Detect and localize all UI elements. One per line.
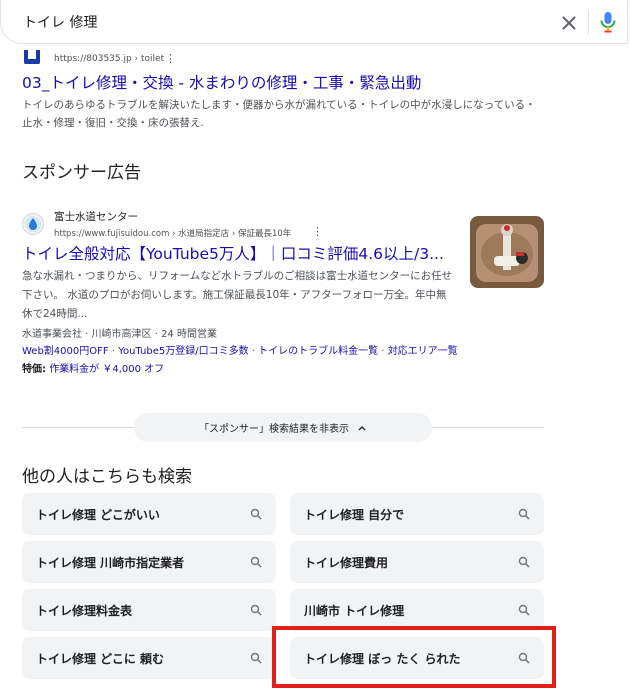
search-input[interactable]: トイレ 修理 [23,12,97,32]
related-search-label: トイレ修理費用 [304,555,389,570]
related-searches-heading: 他の人はこちらも検索 [22,467,192,487]
ad-thumbnail-image[interactable] [470,216,544,288]
ad-more-options-icon[interactable]: ⋮ [312,225,323,238]
highlight-box [272,626,556,688]
related-search-chip[interactable]: トイレ修理費用 [290,541,544,583]
related-search-chip[interactable]: トイレ修理 自分で [290,493,544,535]
search-icon [518,604,530,616]
search-bar-divider [588,10,589,34]
search-icon [250,604,262,616]
chevron-up-icon [358,425,366,430]
related-search-label: トイレ修理 どこがいい [36,507,160,522]
hide-sponsored-label: 「スポンサー」検索結果を非表示 [199,424,349,435]
site-favicon [23,50,41,64]
sitelink-discount[interactable]: Web割4000円OFF [22,346,109,357]
sitelink-area-list[interactable]: 対応エリア一覧 [388,346,458,357]
related-search-chip[interactable]: トイレ修理 川崎市指定業者 [22,541,276,583]
related-search-chip[interactable]: トイレ修理料金表 [22,589,276,631]
ad-snippet: 急な水漏れ・つまりから、リフォームなど水トラブルのご相談は富士水道センターにお任… [22,270,453,320]
result-url[interactable]: https://803535.jp › toilet [54,54,164,64]
related-search-chip[interactable]: トイレ修理 どこがいい [22,493,276,535]
related-search-label: トイレ修理料金表 [36,603,133,618]
search-icon [250,508,262,520]
related-search-chip[interactable]: 川崎市 トイレ修理 [290,589,544,631]
ad-url[interactable]: https://www.fujisuidou.com › 水道局指定店 › 保証… [54,227,291,239]
related-search-chip[interactable]: トイレ修理 どこに 頼む [22,637,276,679]
related-search-label: トイレ修理 どこに 頼む [36,651,164,666]
search-icon [250,556,262,568]
sitelink-youtube[interactable]: YouTube5万登録/口コミ多数 [118,346,248,357]
ad-site-name[interactable]: 富士水道センター [54,209,138,224]
ad-title-link[interactable]: トイレ全般対応【YouTube5万人】｜口コミ評価4.6以上/3... [22,242,444,264]
hide-sponsored-button[interactable]: 「スポンサー」検索結果を非表示 [134,413,432,442]
search-icon [518,556,530,568]
divider-right [432,427,544,428]
offer-label: 特価: [22,364,46,375]
ad-favicon-icon [22,213,44,235]
ad-address: 水道事業会社 · 川崎市高津区 · 24 時間営業 [22,329,217,340]
search-icon [250,652,262,664]
related-search-label: トイレ修理 川崎市指定業者 [36,555,185,570]
sitelink-price-list[interactable]: トイレのトラブル料金一覧 [258,346,378,357]
related-search-label: 川崎市 トイレ修理 [304,603,405,618]
related-search-label: トイレ修理 自分で [304,507,405,522]
microphone-icon[interactable] [599,11,617,33]
result-title-link[interactable]: 03_トイレ修理・交換 - 水まわりの修理・工事・緊急出動 [22,71,421,93]
search-icon [518,508,530,520]
divider-left [22,427,134,428]
ad-sitelinks: Web割4000円OFF · YouTube5万登録/口コミ多数 · トイレのト… [22,346,458,357]
search-bar[interactable]: トイレ 修理 [0,0,628,44]
sponsored-heading: スポンサー広告 [22,163,141,183]
offer-value[interactable]: 作業料金が ￥4,000 オフ [49,364,164,375]
close-icon[interactable] [558,12,580,34]
ad-special-offer: 特価: 作業料金が ￥4,000 オフ [22,360,164,375]
result-snippet: トイレのあらゆるトラブルを解決いたします・便器から水が漏れている・トイレの中が水… [22,99,536,129]
more-options-icon[interactable]: ⋮ [165,52,176,65]
